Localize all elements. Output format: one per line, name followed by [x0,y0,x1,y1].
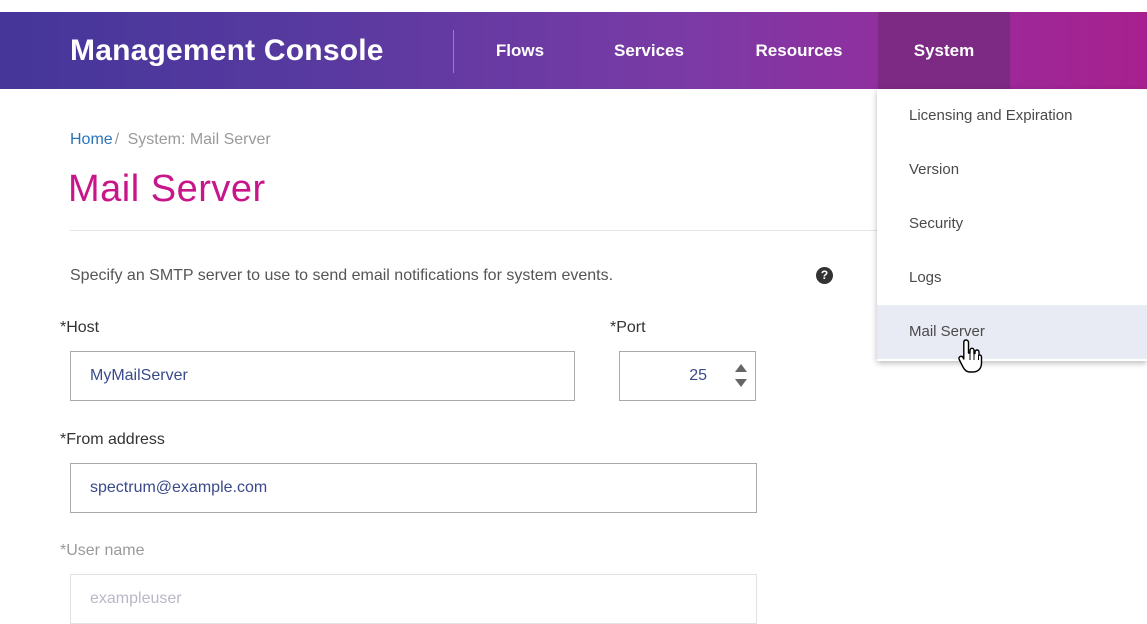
breadcrumb-separator: / [114,131,120,148]
menu-item-security[interactable]: Security [877,197,1147,251]
menu-item-logs[interactable]: Logs [877,251,1147,305]
nav-flows[interactable]: Flows [476,12,564,89]
host-input[interactable]: MyMailServer [70,351,575,401]
port-stepper[interactable]: 25 [619,351,756,401]
increment-arrow-icon[interactable] [735,364,747,372]
port-label: *Port [610,319,646,336]
port-value: 25 [689,367,707,384]
menu-item-version[interactable]: Version [877,143,1147,197]
nav-resources[interactable]: Resources [733,12,865,89]
help-icon[interactable]: ? [816,267,833,284]
app-title[interactable]: Management Console [70,12,384,89]
host-label: *Host [60,319,100,336]
breadcrumb-current: System: Mail Server [127,131,271,148]
top-nav-bar: Management Console Flows Services Resour… [0,12,1147,89]
from-address-input[interactable]: spectrum@example.com [70,463,757,513]
user-name-input[interactable]: exampleuser [70,574,757,624]
menu-item-licensing[interactable]: Licensing and Expiration [877,89,1147,143]
page-title: Mail Server [68,168,266,210]
user-name-label: *User name [60,542,145,559]
nav-system[interactable]: System [878,12,1010,89]
page-description: Specify an SMTP server to use to send em… [70,267,614,284]
menu-item-mail-server[interactable]: Mail Server [877,305,1147,359]
from-address-label: *From address [60,431,165,448]
decrement-arrow-icon[interactable] [735,379,747,387]
nav-services[interactable]: Services [594,12,704,89]
breadcrumb-home[interactable]: Home [70,131,113,148]
system-dropdown-menu: Licensing and Expiration Version Securit… [877,89,1147,361]
hand-pointer-cursor-icon [958,339,983,373]
title-divider [70,230,877,231]
brand-divider [453,30,454,73]
breadcrumb: Home / System: Mail Server [70,131,271,149]
